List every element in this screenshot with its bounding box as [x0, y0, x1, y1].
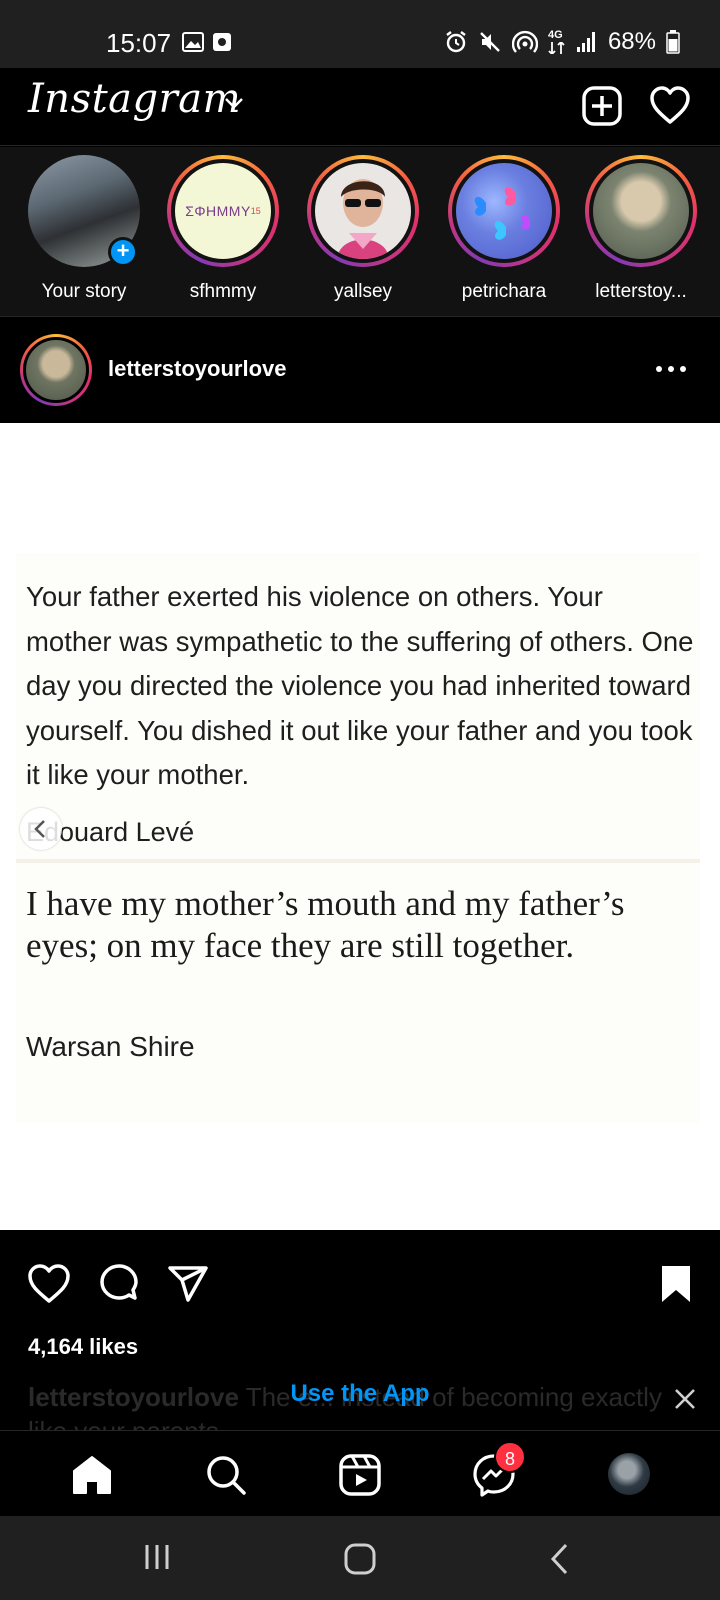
app-header: Instagram: [0, 68, 720, 146]
carousel-prev-button[interactable]: [20, 808, 62, 850]
letterstoyourlove-story-avatar: [589, 159, 693, 263]
likes-count[interactable]: 4,164 likes: [28, 1334, 138, 1360]
battery-percent: 68%: [607, 28, 656, 55]
post-author-avatar[interactable]: [20, 334, 92, 406]
status-bar: 15:07 4G 68%: [0, 0, 720, 68]
quote-text-2: I have my mother’s mouth and my father’s…: [26, 884, 625, 965]
gallery-icon: [182, 32, 204, 52]
share-send-icon[interactable]: [166, 1262, 210, 1306]
story-petrichara[interactable]: petrichara: [439, 155, 569, 303]
story-letterstoyourlove[interactable]: letterstoy...: [576, 155, 706, 303]
reels-icon[interactable]: [336, 1451, 384, 1499]
hotspot-icon: [511, 30, 538, 53]
chevron-down-icon[interactable]: [224, 96, 244, 110]
home-button-icon[interactable]: [343, 1542, 377, 1576]
new-post-icon[interactable]: [580, 84, 624, 128]
close-icon[interactable]: [672, 1386, 698, 1412]
more-options-icon[interactable]: [656, 366, 686, 372]
profile-avatar[interactable]: [608, 1453, 650, 1495]
instagram-logo[interactable]: Instagram: [28, 76, 241, 122]
back-button-icon[interactable]: [548, 1542, 572, 1576]
add-story-icon[interactable]: +: [108, 237, 138, 267]
bottom-nav: 8: [0, 1430, 720, 1516]
stories-tray: + Your story ΣΦΗΜΜΥ 15 sfhmmy yallsey pet…: [0, 147, 720, 317]
recent-apps-icon[interactable]: [142, 1542, 172, 1572]
story-name: letterstoy...: [595, 281, 687, 302]
quote-text-1: Your father exerted his violence on othe…: [26, 581, 694, 790]
post-actions: 4,164 likes letterstoyourlove The e... i…: [0, 1230, 720, 1446]
story-name: petrichara: [461, 281, 547, 302]
yallsey-avatar: [311, 159, 415, 263]
home-icon[interactable]: [68, 1451, 116, 1499]
save-bookmark-icon[interactable]: [654, 1262, 698, 1306]
story-yallsey[interactable]: yallsey: [298, 155, 428, 303]
use-the-app-link[interactable]: Use the App: [0, 1380, 720, 1408]
activity-heart-icon[interactable]: [648, 84, 692, 128]
post-image[interactable]: Your father exerted his violence on othe…: [0, 423, 720, 1230]
story-name: Your story: [41, 281, 127, 302]
alarm-icon: [446, 31, 466, 53]
quote-divider: [16, 859, 700, 863]
post-header: letterstoyourlove: [0, 318, 720, 422]
story-name: yallsey: [333, 281, 393, 302]
search-icon[interactable]: [202, 1451, 250, 1499]
quote-card: Your father exerted his violence on othe…: [16, 553, 700, 1123]
system-nav-bar: [0, 1516, 720, 1600]
status-time: 15:07: [106, 28, 172, 58]
story-your-story[interactable]: + Your story: [19, 155, 149, 303]
battery-icon: [666, 30, 680, 54]
story-sfhmmy[interactable]: ΣΦΗΜΜΥ 15 sfhmmy: [158, 155, 288, 303]
network-4g-icon: 4G: [548, 29, 566, 55]
screen-recorder-icon: [213, 33, 231, 51]
signal-icon: [576, 32, 595, 52]
mute-icon: [480, 32, 500, 52]
comment-icon[interactable]: [97, 1262, 141, 1306]
story-name: sfhmmy: [189, 281, 257, 302]
messages-badge: 8: [494, 1441, 526, 1473]
petrichara-avatar: [452, 159, 556, 263]
post-username[interactable]: letterstoyourlove: [108, 356, 287, 382]
quote-author-2: Warsan Shire: [26, 1031, 195, 1062]
sfhmmy-avatar: ΣΦΗΜΜΥ 15: [171, 159, 275, 263]
like-heart-icon[interactable]: [27, 1262, 71, 1306]
chevron-left-icon: [34, 820, 45, 838]
